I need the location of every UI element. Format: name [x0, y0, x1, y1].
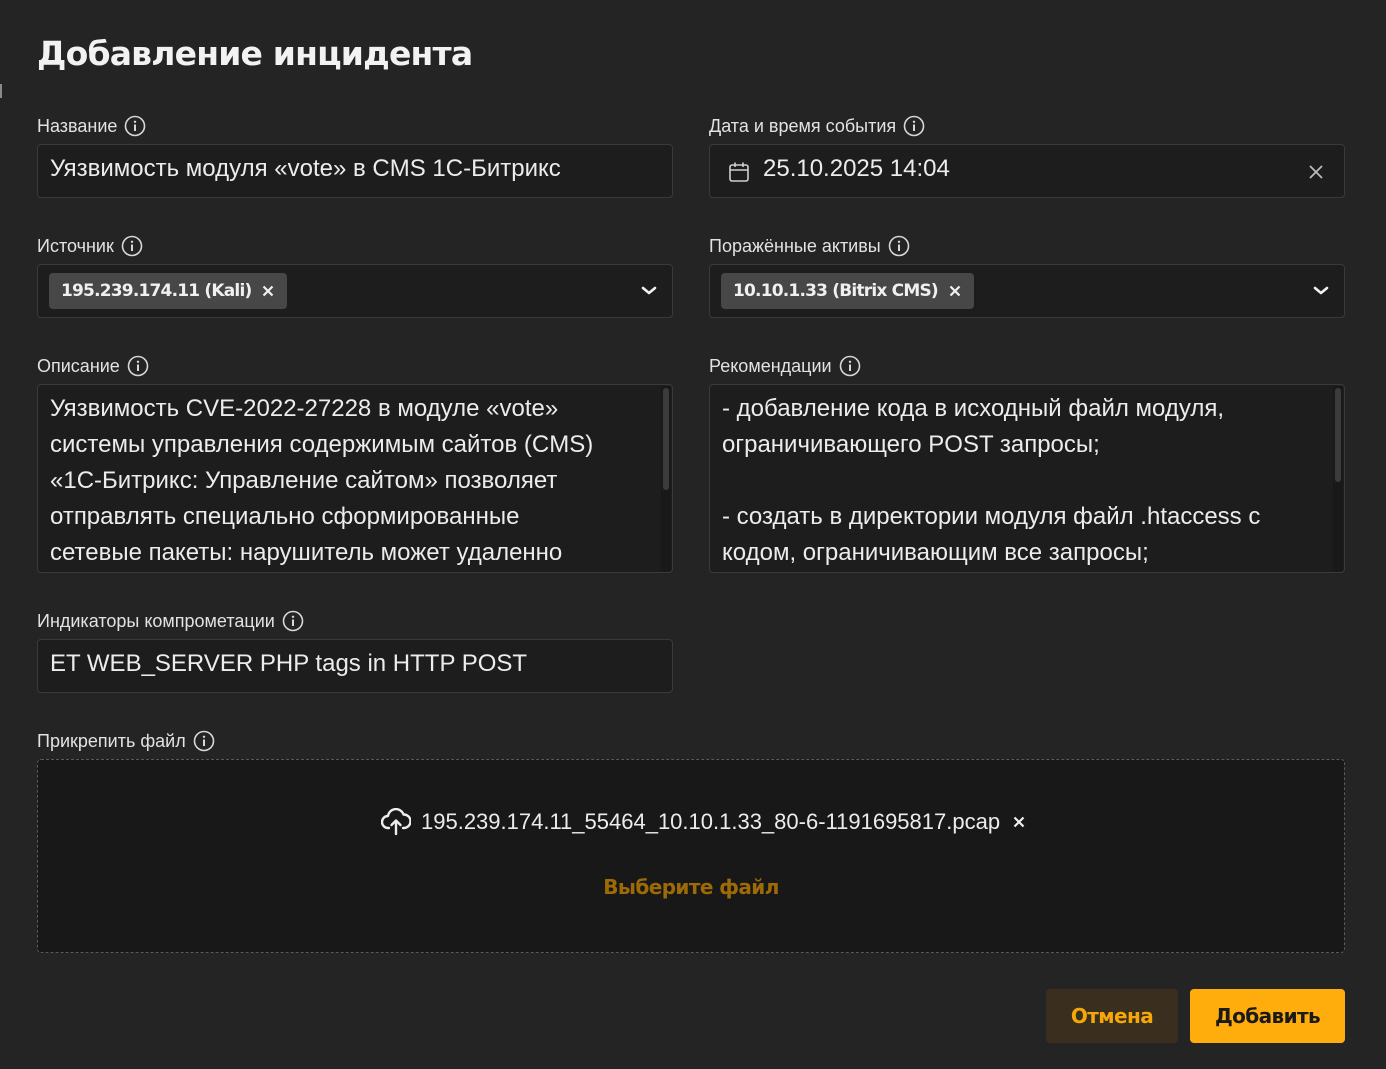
dialog-title: Добавление инцидента	[37, 34, 473, 73]
assets-tag: 10.10.1.33 (Bitrix CMS)	[721, 273, 974, 309]
source-tag-label: 195.239.174.11 (Kali)	[61, 281, 252, 301]
close-icon[interactable]	[948, 284, 962, 298]
description-label: Описание	[37, 355, 120, 376]
source-label: Источник	[37, 235, 114, 256]
ioc-input[interactable]: ET WEB_SERVER PHP tags in HTTP POST	[37, 639, 673, 693]
assets-tag-label: 10.10.1.33 (Bitrix CMS)	[733, 281, 939, 301]
calendar-icon	[728, 161, 750, 183]
ioc-label: Индикаторы компрометации	[37, 610, 275, 631]
source-select[interactable]: 195.239.174.11 (Kali)	[37, 264, 673, 318]
assets-field: Поражённые активы	[709, 234, 910, 258]
assets-label-row: Поражённые активы	[709, 234, 910, 258]
datetime-value: 25.10.2025 14:04	[763, 155, 950, 182]
attachment-label: Прикрепить файл	[37, 730, 186, 751]
recommendations-textarea[interactable]: - добавление кода в исходный файл модуля…	[709, 384, 1345, 573]
attached-file: 195.239.174.11_55464_10.10.1.33_80-6-119…	[381, 808, 1026, 836]
info-icon[interactable]	[121, 235, 143, 257]
cloud-upload-icon	[381, 808, 411, 836]
info-icon[interactable]	[282, 610, 304, 632]
attached-file-name: 195.239.174.11_55464_10.10.1.33_80-6-119…	[421, 809, 1001, 834]
description-field: Описание	[37, 354, 149, 378]
recommendations-field: Рекомендации	[709, 354, 861, 378]
info-icon[interactable]	[888, 235, 910, 257]
description-text: Уязвимость CVE-2022-27228 в модуле «vote…	[50, 395, 594, 566]
ioc-input-value: ET WEB_SERVER PHP tags in HTTP POST	[50, 650, 528, 677]
choose-file-link[interactable]: Выберите файл	[38, 875, 1344, 899]
chevron-down-icon[interactable]	[1312, 283, 1330, 297]
info-icon[interactable]	[193, 730, 215, 752]
name-field: Название	[37, 114, 146, 138]
close-icon[interactable]	[1012, 815, 1026, 829]
info-icon[interactable]	[127, 355, 149, 377]
chevron-down-icon[interactable]	[640, 283, 658, 297]
close-icon[interactable]	[1308, 164, 1324, 180]
window-edge-marker	[0, 84, 2, 98]
assets-select[interactable]: 10.10.1.33 (Bitrix CMS)	[709, 264, 1345, 318]
source-label-row: Источник	[37, 234, 143, 258]
attachment-label-row: Прикрепить файл	[37, 729, 215, 753]
datetime-label-row: Дата и время события	[709, 114, 925, 138]
assets-label: Поражённые активы	[709, 235, 881, 256]
scrollbar-thumb[interactable]	[1335, 388, 1341, 482]
name-label: Название	[37, 115, 118, 136]
scrollbar-thumb[interactable]	[663, 388, 669, 490]
datetime-picker[interactable]: 25.10.2025 14:04	[709, 144, 1345, 198]
source-field: Источник	[37, 234, 143, 258]
ioc-field: Индикаторы компрометации	[37, 609, 304, 633]
info-icon[interactable]	[839, 355, 861, 377]
close-icon[interactable]	[261, 284, 275, 298]
name-input-value: Уязвимость модуля «vote» в CMS 1С-Битрик…	[50, 155, 561, 182]
file-dropzone[interactable]: 195.239.174.11_55464_10.10.1.33_80-6-119…	[37, 759, 1345, 953]
source-tag: 195.239.174.11 (Kali)	[49, 273, 288, 309]
description-label-row: Описание	[37, 354, 149, 378]
info-icon[interactable]	[903, 115, 925, 137]
datetime-label: Дата и время события	[709, 115, 897, 136]
description-scrollbar[interactable]	[661, 386, 671, 571]
cancel-button[interactable]: Отмена	[1046, 989, 1178, 1043]
description-textarea[interactable]: Уязвимость CVE-2022-27228 в модуле «vote…	[37, 384, 673, 573]
name-input[interactable]: Уязвимость модуля «vote» в CMS 1С-Битрик…	[37, 144, 673, 198]
recommendations-scrollbar[interactable]	[1333, 386, 1343, 571]
add-incident-dialog: Добавление инцидента Название Уязвимость…	[0, 0, 1386, 1069]
info-icon[interactable]	[124, 115, 146, 137]
recommendations-label: Рекомендации	[709, 355, 832, 376]
recommendations-text: - добавление кода в исходный файл модуля…	[722, 395, 1261, 566]
recommendations-label-row: Рекомендации	[709, 354, 861, 378]
add-button[interactable]: Добавить	[1190, 989, 1345, 1043]
ioc-label-row: Индикаторы компрометации	[37, 609, 304, 633]
datetime-field: Дата и время события	[709, 114, 925, 138]
name-label-row: Название	[37, 114, 146, 138]
attachment-field: Прикрепить файл	[37, 729, 215, 753]
